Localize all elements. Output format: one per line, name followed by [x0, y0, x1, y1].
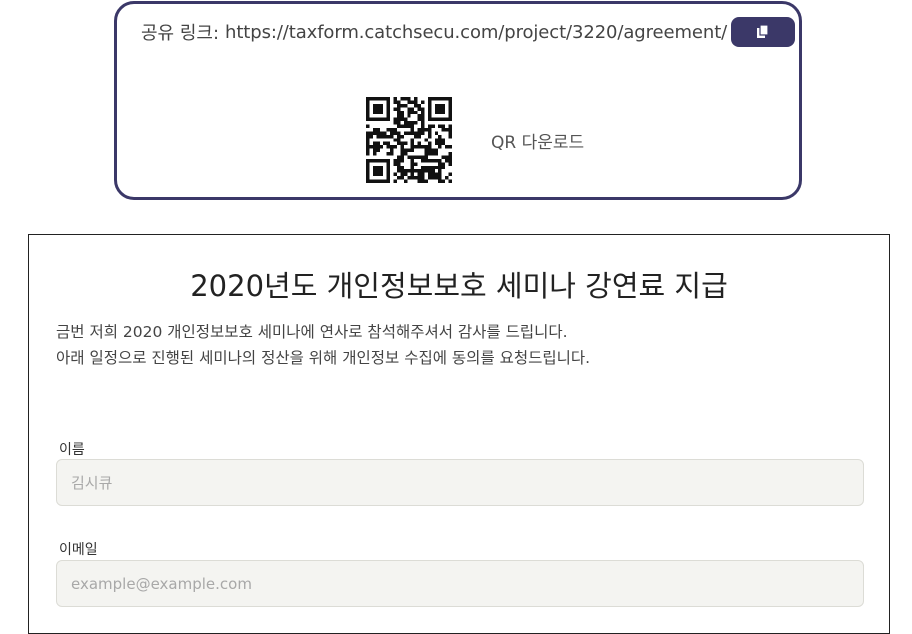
share-link-label: 공유 링크: [141, 23, 220, 44]
share-card: 공유 링크: https://taxform.catchsecu.com/pro… [114, 1, 802, 200]
form-description: 금번 저희 2020 개인정보보호 세미나에 연사로 참석해주셔서 감사를 드립… [56, 319, 590, 371]
share-link-row: 공유 링크: https://taxform.catchsecu.com/pro… [141, 17, 796, 47]
agreement-form: 2020년도 개인정보보호 세미나 강연료 지급 금번 저희 2020 개인정보… [28, 234, 890, 634]
email-input[interactable] [56, 560, 864, 607]
qr-code [366, 97, 452, 183]
share-link-url[interactable]: https://taxform.catchsecu.com/project/32… [225, 22, 727, 43]
copy-icon [757, 25, 769, 38]
qr-download-link[interactable]: QR 다운로드 [491, 128, 584, 153]
form-title: 2020년도 개인정보보호 세미나 강연료 지급 [190, 269, 728, 303]
form-description-line: 금번 저희 2020 개인정보보호 세미나에 연사로 참석해주셔서 감사를 드립… [56, 323, 568, 341]
name-input[interactable] [56, 459, 864, 506]
name-field-label: 이름 [59, 442, 85, 458]
form-description-line: 아래 일정으로 진행된 세미나의 정산을 위해 개인정보 수집에 동의를 요청드… [56, 349, 591, 367]
email-field-label: 이메일 [59, 542, 98, 558]
copy-link-button[interactable] [731, 17, 796, 47]
